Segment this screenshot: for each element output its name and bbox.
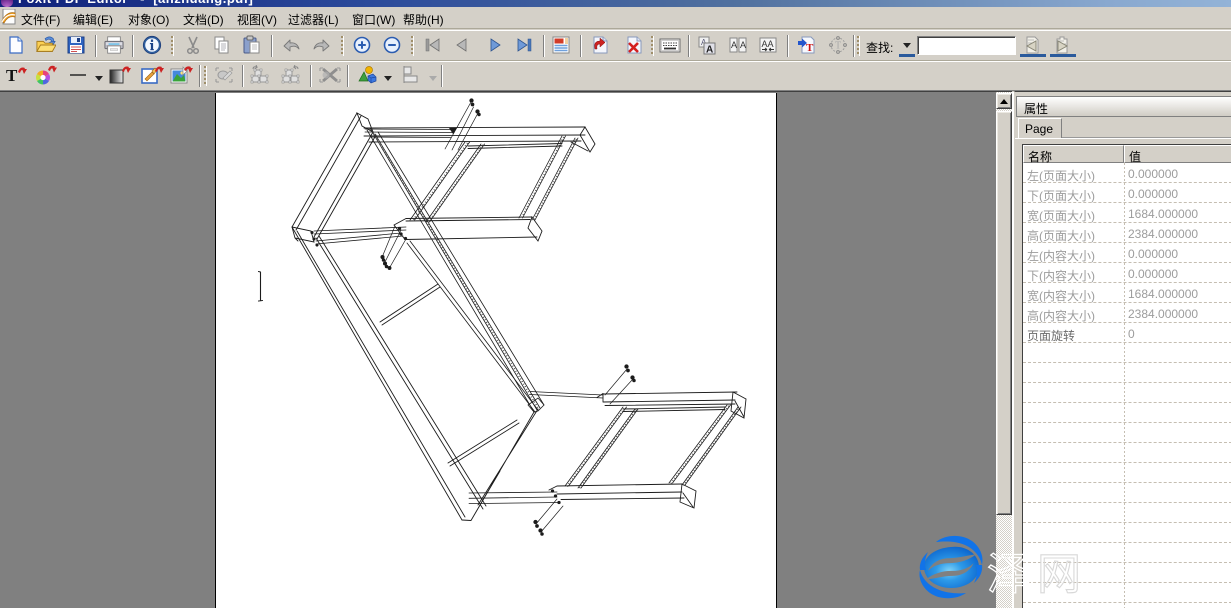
svg-text:T: T (806, 42, 814, 54)
svg-text:T: T (835, 41, 841, 52)
svg-text:AA: AA (762, 39, 774, 49)
svg-text:A: A (740, 40, 746, 50)
svg-text:T: T (6, 66, 18, 85)
svg-text:A: A (706, 45, 713, 56)
svg-text:A: A (731, 40, 737, 50)
